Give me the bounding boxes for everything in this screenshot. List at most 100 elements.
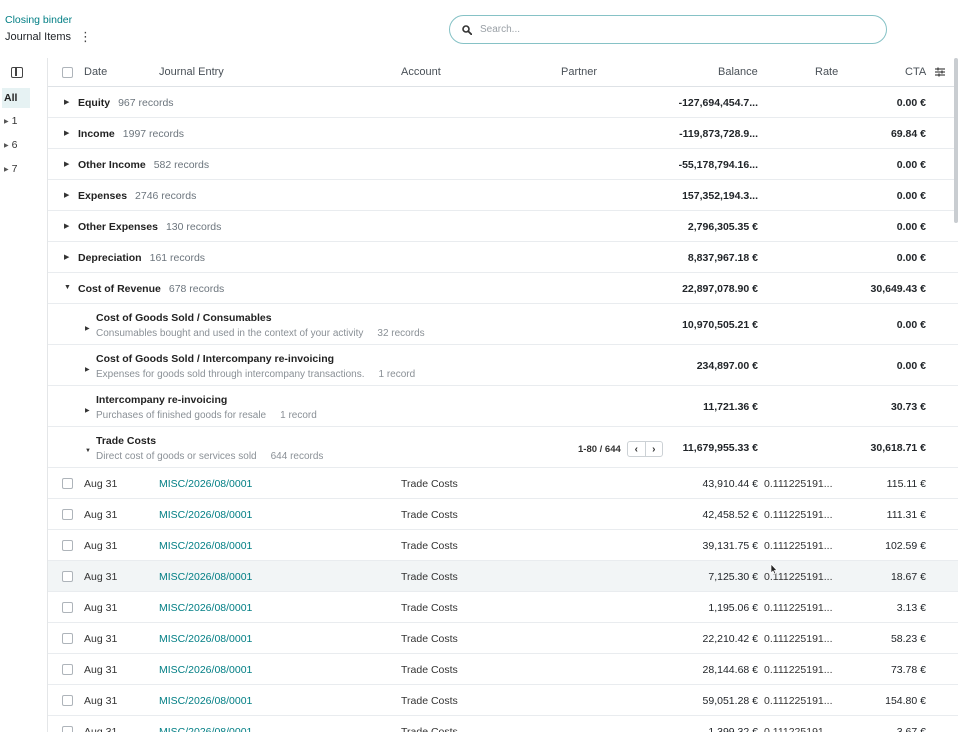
- subgroup-row-cogs-consumables[interactable]: ▶ Cost of Goods Sold / Consumables Consu…: [48, 304, 958, 345]
- group-count: 1997 records: [122, 128, 185, 140]
- row-journal-entry-link[interactable]: MISC/2026/08/0001: [159, 571, 252, 583]
- row-journal-entry-link[interactable]: MISC/2026/08/0001: [159, 726, 252, 732]
- pager-previous-icon[interactable]: ‹: [628, 442, 645, 456]
- row-journal-entry-link[interactable]: MISC/2026/08/0001: [159, 509, 252, 521]
- row-date: Aug 31: [84, 695, 118, 707]
- search-icon: [462, 24, 472, 35]
- table-row[interactable]: Aug 31 MISC/2026/08/0001 Trade Costs 7,125.…: [48, 561, 958, 592]
- column-header-balance[interactable]: Balance: [718, 66, 758, 78]
- row-balance: 59,051.28 €: [702, 695, 758, 707]
- column-header-rate[interactable]: Rate: [815, 66, 838, 78]
- caret-right-icon: ▶: [4, 118, 9, 125]
- caret-right-icon: ▶: [64, 130, 70, 137]
- group-row-other-expenses[interactable]: ▶ Other Expenses 130 records 2,796,305.35…: [48, 211, 958, 242]
- row-rate: 0.111225191...: [764, 695, 833, 707]
- row-checkbox[interactable]: [62, 509, 73, 520]
- more-actions-icon[interactable]: ⋮: [79, 30, 92, 43]
- table-row[interactable]: Aug 31 MISC/2026/08/0001 Trade Costs 43,910…: [48, 468, 958, 499]
- sidepanel-item-6[interactable]: ▶ 6: [2, 135, 30, 155]
- sidepanel-item-7[interactable]: ▶ 7: [2, 159, 30, 179]
- subgroup-balance: 10,970,505.21 €: [682, 319, 758, 331]
- subgroup-row-intercompany-reinvoicing[interactable]: ▶ Intercompany re-invoicing Purchases of…: [48, 386, 958, 427]
- row-checkbox[interactable]: [62, 540, 73, 551]
- table-row[interactable]: Aug 31 MISC/2026/08/0001 Trade Costs 28,144…: [48, 654, 958, 685]
- page-title: Journal Items: [5, 30, 72, 43]
- subgroup-description-line: Consumables bought and used in the conte…: [96, 328, 425, 339]
- group-count: 130 records: [165, 221, 222, 233]
- row-journal-entry-link[interactable]: MISC/2026/08/0001: [159, 540, 252, 552]
- subgroup-row-cogs-intercompany[interactable]: ▶ Cost of Goods Sold / Intercompany re-i…: [48, 345, 958, 386]
- group-row-cost-of-revenue[interactable]: ▼ Cost of Revenue 678 records 22,897,078.…: [48, 273, 958, 304]
- row-checkbox[interactable]: [62, 571, 73, 582]
- caret-down-icon: ▼: [64, 284, 71, 291]
- column-header-journal-entry[interactable]: Journal Entry: [159, 66, 224, 78]
- row-cta: 154.80 €: [885, 695, 926, 707]
- search-input[interactable]: [480, 24, 860, 35]
- group-name: Other Expenses: [78, 221, 158, 233]
- row-checkbox[interactable]: [62, 633, 73, 644]
- group-cta: 0.00 €: [896, 190, 926, 202]
- row-journal-entry-link[interactable]: MISC/2026/08/0001: [159, 602, 252, 614]
- column-header-cta[interactable]: CTA: [905, 66, 926, 78]
- row-journal-entry-link[interactable]: MISC/2026/08/0001: [159, 664, 252, 676]
- group-label: Equity 967 records: [78, 97, 174, 109]
- column-header-account[interactable]: Account: [401, 66, 441, 78]
- select-all-checkbox[interactable]: [62, 67, 73, 78]
- row-balance: 7,125.30 €: [708, 571, 758, 583]
- group-row-expenses[interactable]: ▶ Expenses 2746 records 157,352,194.3... …: [48, 180, 958, 211]
- table-row[interactable]: Aug 31 MISC/2026/08/0001 Trade Costs 1,195.…: [48, 592, 958, 623]
- table-row[interactable]: Aug 31 MISC/2026/08/0001 Trade Costs 59,051…: [48, 685, 958, 716]
- row-journal-entry-link[interactable]: MISC/2026/08/0001: [159, 478, 252, 490]
- row-cta: 102.59 €: [885, 540, 926, 552]
- pager-next-icon[interactable]: ›: [644, 442, 662, 456]
- row-cta: 73.78 €: [890, 664, 926, 676]
- optional-columns-icon[interactable]: [934, 66, 946, 78]
- subgroup-cta: 0.00 €: [896, 319, 926, 331]
- caret-right-icon: ▶: [64, 161, 70, 168]
- pager-buttons: ‹ ›: [626, 441, 663, 457]
- group-name: Other Income: [78, 159, 146, 171]
- row-account: Trade Costs: [401, 633, 458, 645]
- table-row[interactable]: Aug 31 MISC/2026/08/0001 Trade Costs 42,458…: [48, 499, 958, 530]
- group-balance: -119,873,728.9...: [679, 128, 758, 140]
- subgroup-balance: 234,897.00 €: [696, 360, 758, 372]
- group-label: Cost of Revenue 678 records: [78, 283, 224, 295]
- subgroup-balance: 11,679,955.33 €: [682, 442, 758, 454]
- group-row-equity[interactable]: ▶ Equity 967 records -127,694,454.7... 0.…: [48, 87, 958, 118]
- row-checkbox[interactable]: [62, 478, 73, 489]
- column-header-partner[interactable]: Partner: [561, 66, 597, 78]
- row-checkbox[interactable]: [62, 664, 73, 675]
- pager-value[interactable]: 1-80 / 644: [578, 444, 621, 455]
- group-row-other-income[interactable]: ▶ Other Income 582 records -55,178,794.16…: [48, 149, 958, 180]
- table-row[interactable]: Aug 31 MISC/2026/08/0001 Trade Costs 1,399.…: [48, 716, 958, 732]
- row-checkbox[interactable]: [62, 602, 73, 613]
- toggle-sidepanel-icon[interactable]: [11, 67, 23, 78]
- list-view-table: Date Journal Entry Account Partner Balan…: [48, 58, 958, 732]
- group-cta: 0.00 €: [896, 159, 926, 171]
- group-row-income[interactable]: ▶ Income 1997 records -119,873,728.9... 6…: [48, 118, 958, 149]
- row-journal-entry-link[interactable]: MISC/2026/08/0001: [159, 633, 252, 645]
- caret-right-icon: ▶: [4, 166, 9, 173]
- search-bar[interactable]: [449, 15, 887, 44]
- table-row[interactable]: Aug 31 MISC/2026/08/0001 Trade Costs 39,131…: [48, 530, 958, 561]
- subgroup-row-trade-costs[interactable]: ▼ Trade Costs Direct cost of goods or se…: [48, 427, 958, 468]
- row-balance: 28,144.68 €: [702, 664, 758, 676]
- row-rate: 0.111225191...: [764, 509, 833, 521]
- subgroup-description: Direct cost of goods or services sold: [96, 451, 257, 462]
- group-row-depreciation[interactable]: ▶ Depreciation 161 records 8,837,967.18 €…: [48, 242, 958, 273]
- group-name: Expenses: [78, 190, 128, 202]
- row-journal-entry-link[interactable]: MISC/2026/08/0001: [159, 695, 252, 707]
- subgroup-count: 1 record: [378, 369, 416, 380]
- scrollbar[interactable]: [954, 58, 958, 223]
- group-name: Income: [78, 128, 115, 140]
- row-checkbox[interactable]: [62, 726, 73, 732]
- table-row[interactable]: Aug 31 MISC/2026/08/0001 Trade Costs 22,210…: [48, 623, 958, 654]
- row-checkbox[interactable]: [62, 695, 73, 706]
- sidepanel-item-all[interactable]: All: [2, 88, 30, 108]
- row-rate: 0.111225191...: [764, 633, 833, 645]
- column-header-date[interactable]: Date: [84, 66, 107, 78]
- sidepanel-item-1[interactable]: ▶ 1: [2, 111, 30, 131]
- breadcrumb-closing-binder[interactable]: Closing binder: [5, 14, 72, 26]
- caret-right-icon: ▶: [64, 254, 70, 261]
- group-cta: 0.00 €: [896, 252, 926, 264]
